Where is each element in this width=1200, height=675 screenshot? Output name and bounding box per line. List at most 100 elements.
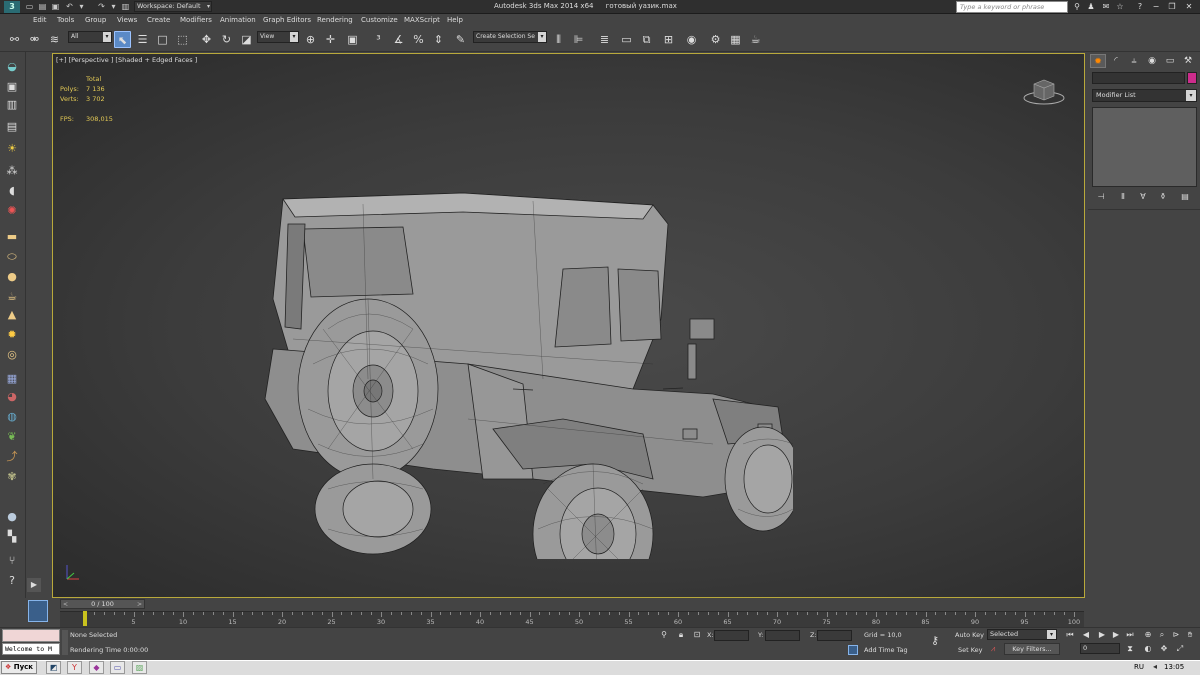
keyboard-shortcut-override-icon[interactable]: ▣ [344, 31, 361, 48]
previous-frame-icon[interactable]: ◀ [1080, 629, 1092, 641]
teapot-primitive-icon[interactable]: ☕ [5, 290, 19, 304]
plant-icon[interactable]: ❦ [5, 430, 19, 444]
menu-animation[interactable]: Animation [220, 16, 256, 24]
project-folder-icon[interactable]: ▥ [120, 1, 131, 12]
communication-center-icon[interactable]: ✉ [1100, 1, 1112, 13]
taskbar-3dsmax-icon[interactable]: ◩ [46, 661, 61, 674]
make-unique-icon[interactable]: ∀ [1136, 190, 1150, 203]
play-icon[interactable]: ▶ [1096, 629, 1108, 641]
tray-icon[interactable]: ◂ [1150, 662, 1160, 671]
maxscript-input[interactable]: Welcome to M [2, 643, 60, 655]
show-end-result-icon[interactable]: Ⅱ [1116, 190, 1130, 203]
torus-primitive-icon[interactable]: ◎ [5, 348, 19, 362]
light-bulb-icon[interactable]: ☀ [5, 142, 19, 156]
cone-primitive-icon[interactable]: ⬭ [5, 250, 19, 264]
polygon-tools-icon[interactable]: ▥ [5, 98, 19, 112]
start-button[interactable]: ❖ Пуск [1, 661, 37, 674]
zoom-icon[interactable]: ⌕ [1156, 629, 1168, 641]
tab-hierarchy[interactable]: ⫨ [1126, 54, 1142, 68]
workspace-dropdown[interactable]: Workspace: Default ▾ [134, 1, 212, 12]
tab-modify[interactable]: ◜ [1108, 54, 1124, 68]
mirror-icon[interactable]: ⫴ [550, 31, 567, 48]
vehicle-model[interactable] [233, 179, 793, 559]
subscription-icon[interactable]: ♟ [1085, 1, 1097, 13]
add-time-tag[interactable]: Add Time Tag [864, 646, 908, 654]
box-primitive-icon[interactable]: ▬ [5, 230, 19, 244]
menu-edit[interactable]: Edit [33, 16, 47, 24]
undo-icon[interactable]: ↶ [64, 1, 75, 12]
reference-coordinate-dropdown[interactable]: View ▾ [257, 31, 299, 43]
app-logo-icon[interactable]: 3 [4, 1, 20, 13]
named-selection-dropdown[interactable]: Create Selection Se ▾ [473, 31, 547, 43]
minimize-icon[interactable]: − [1150, 1, 1162, 13]
listener-splitter[interactable] [62, 630, 68, 655]
menu-create[interactable]: Create [147, 16, 170, 24]
speaker-icon[interactable]: ◖ [5, 184, 19, 198]
redo-dropdown-icon[interactable]: ▾ [108, 1, 119, 12]
schematic-view-icon[interactable]: ⊞ [660, 31, 677, 48]
render-setup-icon[interactable]: ⚙ [707, 31, 724, 48]
hair-icon[interactable]: ✾ [5, 470, 19, 484]
object-color-swatch[interactable] [1187, 72, 1197, 84]
mini-curve-editor-toggle[interactable] [28, 600, 48, 622]
render-production-icon[interactable]: ☕ [747, 31, 764, 48]
current-frame-field[interactable]: 0 [1080, 643, 1120, 654]
snaps-toggle-icon[interactable]: ³ [370, 31, 387, 48]
globe-icon[interactable]: ◍ [5, 410, 19, 424]
tab-utilities[interactable]: ⚒ [1180, 54, 1196, 68]
remove-modifier-icon[interactable]: ⚱ [1156, 190, 1170, 203]
align-icon[interactable]: ⊫ [570, 31, 587, 48]
menu-graph-editors[interactable]: Graph Editors [263, 16, 311, 24]
edit-poly-icon[interactable]: ▣ [5, 80, 19, 94]
binoculars-icon[interactable]: ⚲ [1071, 1, 1083, 13]
restore-icon[interactable]: ❐ [1166, 1, 1178, 13]
pivot-center-icon[interactable]: ⊕ [302, 31, 319, 48]
select-and-link-icon[interactable]: ⚯ [6, 31, 23, 48]
bind-to-space-warp-icon[interactable]: ≋ [46, 31, 63, 48]
next-frame-icon[interactable]: > [137, 600, 142, 609]
scale-icon[interactable]: ◪ [238, 31, 255, 48]
sun-light-icon[interactable]: ✹ [5, 328, 19, 342]
tab-display[interactable]: ▭ [1162, 54, 1178, 68]
help-search-input[interactable]: Type a keyword or phrase [956, 1, 1068, 13]
walk-through-icon[interactable]: ✥ [1158, 643, 1170, 655]
key-mode-icon[interactable]: ⩘ [988, 644, 998, 654]
next-frame-icon[interactable]: ▶ [1110, 629, 1122, 641]
selection-lock-icon[interactable]: 🔒︎ [676, 630, 686, 640]
taskbar-app-icon[interactable]: ◆ [89, 661, 104, 674]
select-object-icon[interactable]: ⬉ [114, 31, 131, 48]
maximize-viewport-icon[interactable]: ⤢ [1174, 643, 1186, 655]
pyramid-primitive-icon[interactable]: ▲ [5, 308, 19, 322]
track-bar[interactable]: 5 10 15 20 25 30 35 40 45 50 55 60 65 70 75 80 85 90 95 100 [60, 611, 1084, 627]
select-manipulate-icon[interactable]: ✛ [322, 31, 339, 48]
selection-filter-dropdown[interactable]: All ▾ [68, 31, 112, 43]
viewcube-icon[interactable] [1022, 76, 1066, 106]
rectangular-selection-icon[interactable]: □ [154, 31, 171, 48]
path-tool-icon[interactable]: ⤴ [5, 450, 19, 464]
tab-motion[interactable]: ◉ [1144, 54, 1160, 68]
graphite-modeling-icon[interactable]: ◒ [5, 60, 19, 74]
menu-help[interactable]: Help [447, 16, 463, 24]
prev-frame-icon[interactable]: < [63, 600, 68, 609]
menu-group[interactable]: Group [85, 16, 106, 24]
auto-key-button[interactable]: Auto Key [955, 631, 984, 639]
close-icon[interactable]: ✕ [1183, 1, 1195, 13]
maxscript-mini-listener[interactable] [2, 629, 60, 642]
redo-icon[interactable]: ↷ [96, 1, 107, 12]
taskbar-yandex-icon[interactable]: Y [67, 661, 82, 674]
menu-maxscript[interactable]: MAXScript [404, 16, 440, 24]
key-set-selection-dropdown[interactable]: Selected ▾ [987, 629, 1057, 640]
sphere-primitive-icon[interactable]: ● [5, 270, 19, 284]
menu-tools[interactable]: Tools [57, 16, 74, 24]
populate-icon[interactable]: ⑂ [5, 554, 19, 568]
angle-snap-icon[interactable]: ∡ [390, 31, 407, 48]
language-indicator[interactable]: RU [1134, 663, 1144, 671]
rotate-icon[interactable]: ↻ [218, 31, 235, 48]
modifier-list-dropdown[interactable]: Modifier List ▾ [1092, 89, 1197, 102]
percent-snap-icon[interactable]: % [410, 31, 427, 48]
menu-views[interactable]: Views [117, 16, 137, 24]
graphite-ribbon-icon[interactable]: ▭ [618, 31, 635, 48]
help-circle-icon[interactable]: ? [5, 574, 19, 588]
undo-dropdown-icon[interactable]: ▾ [76, 1, 87, 12]
favorites-star-icon[interactable]: ☆ [1114, 1, 1126, 13]
